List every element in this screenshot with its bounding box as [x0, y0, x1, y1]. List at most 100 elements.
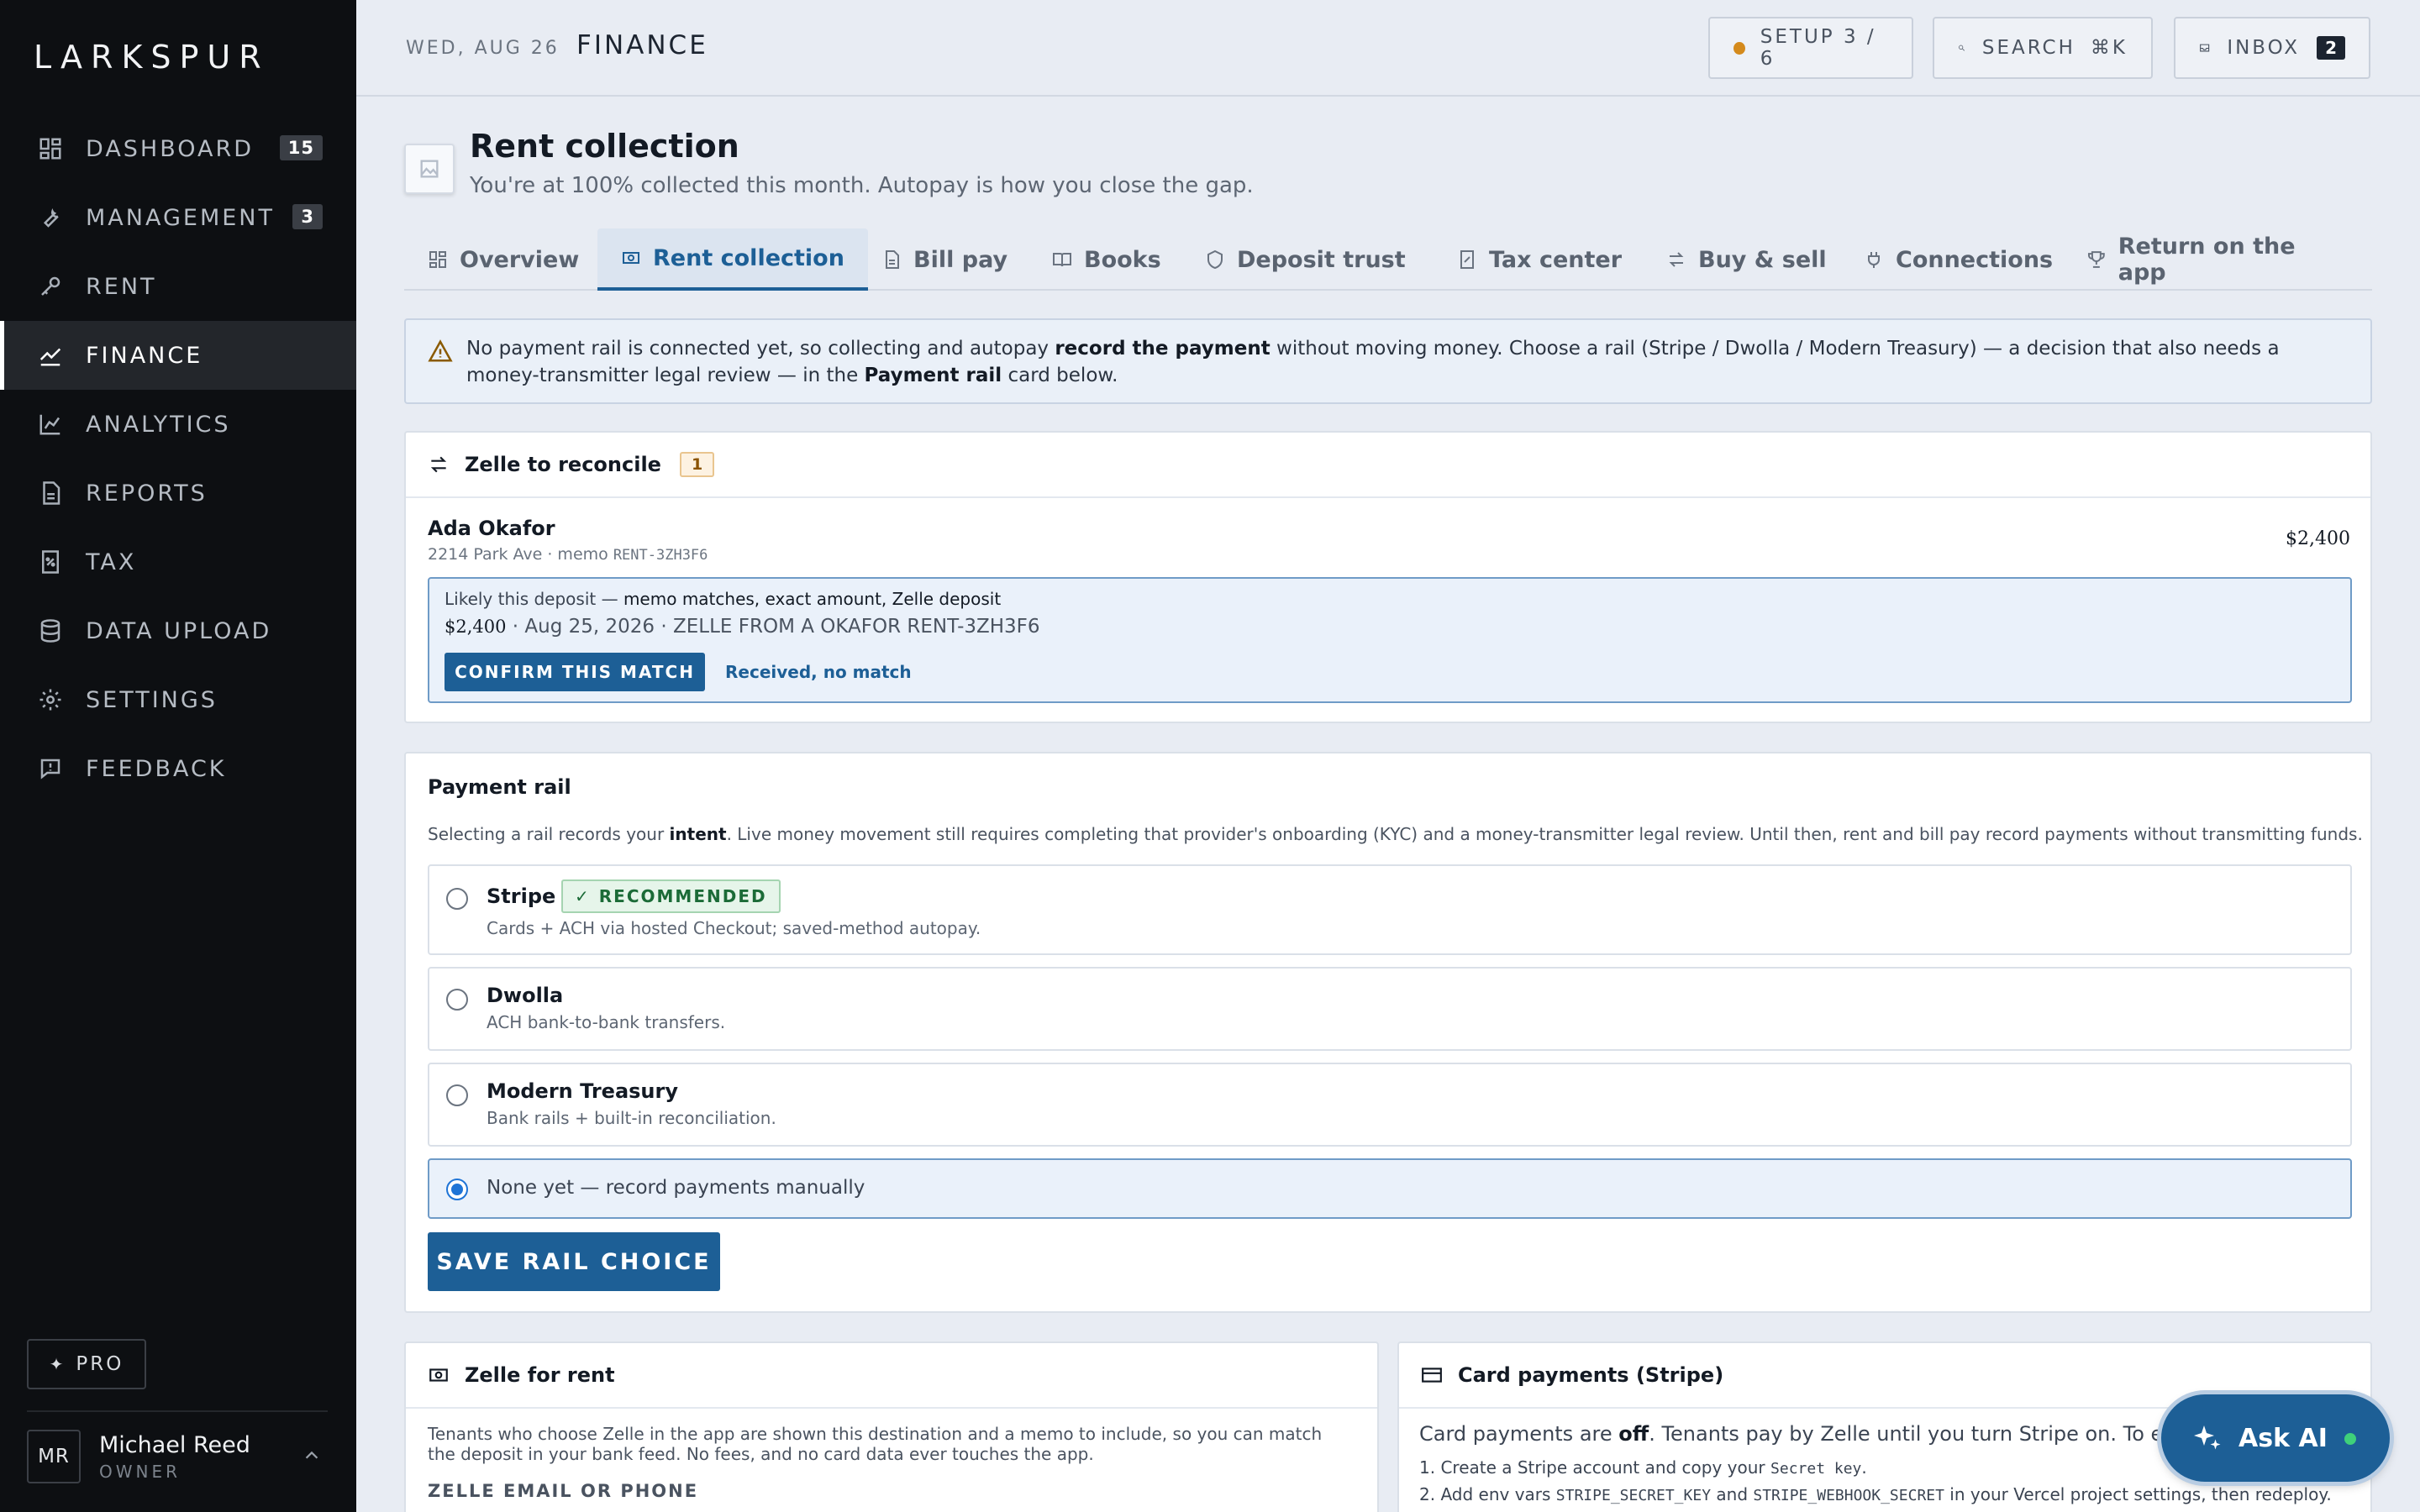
sidebar-item-label: TAX	[86, 549, 137, 575]
ask-ai-button[interactable]: Ask AI	[2161, 1394, 2390, 1482]
avatar: MR	[27, 1430, 81, 1483]
payment-rail-card: Payment rail Selecting a rail records yo…	[404, 752, 2372, 1313]
sidebar-item-dashboard[interactable]: DASHBOARD 15	[0, 114, 356, 183]
card-header: Zelle for rent	[406, 1343, 1377, 1409]
page-subtitle: You're at 100% collected this month. Aut…	[470, 173, 1254, 198]
credit-card-icon	[1422, 1368, 1442, 1383]
tab-buy-sell[interactable]: Buy & sell	[1643, 228, 1850, 291]
tab-tax-center[interactable]: Tax center	[1434, 228, 1645, 291]
sidebar-item-label: SETTINGS	[86, 686, 218, 713]
alert-emphasis: Payment rail	[864, 365, 1002, 386]
sidebar-item-finance[interactable]: FINANCE	[0, 321, 356, 390]
code-text: Secret key	[1770, 1460, 1862, 1478]
tab-connections[interactable]: Connections	[1840, 228, 2076, 291]
alert-emphasis: record the payment	[1055, 338, 1270, 360]
memo-code: RENT-3ZH3F6	[613, 547, 708, 564]
sidebar: LARKSPUR DASHBOARD 15 MANAGEMENT 3 RENT …	[0, 0, 356, 1512]
tab-deposit-trust[interactable]: Deposit trust	[1181, 228, 1429, 291]
radio-button[interactable]	[446, 888, 468, 910]
rail-description: Selecting a rail records your intent. Li…	[428, 824, 2363, 844]
suggested-match: Likely this deposit — memo matches, exac…	[428, 577, 2352, 703]
confirm-match-button[interactable]: CONFIRM THIS MATCH	[445, 653, 705, 691]
step-text: in your Vercel project settings, then re…	[1944, 1484, 2332, 1504]
money-icon	[429, 1368, 448, 1382]
pro-button[interactable]: ✦ PRO	[27, 1339, 146, 1389]
tenant-name: Ada Okafor	[428, 517, 555, 540]
sidebar-item-data-upload[interactable]: DATA UPLOAD	[0, 596, 356, 665]
desc-emphasis: intent	[669, 824, 727, 844]
brand-logo[interactable]: LARKSPUR	[34, 39, 270, 76]
plug-icon	[1868, 252, 1880, 268]
sidebar-item-feedback[interactable]: FEEDBACK	[0, 734, 356, 803]
status-dot	[1733, 41, 1745, 55]
inbox-count-badge: 2	[2317, 36, 2345, 60]
current-date: WED, AUG 26	[406, 38, 560, 59]
sidebar-nav: DASHBOARD 15 MANAGEMENT 3 RENT FINANCE A…	[0, 114, 356, 803]
search-icon	[1959, 45, 1965, 51]
zelle-field-label: ZELLE EMAIL OR PHONE	[428, 1481, 699, 1501]
user-menu[interactable]: MR Michael Reed OWNER	[27, 1430, 329, 1483]
match-reason: Likely this deposit — memo matches, exac…	[445, 589, 1001, 609]
sidebar-item-label: DATA UPLOAD	[86, 617, 272, 644]
section-title: FINANCE	[576, 30, 708, 60]
swap-icon	[430, 456, 447, 473]
sidebar-item-label: MANAGEMENT	[86, 204, 275, 231]
topbar: WED, AUG 26 FINANCE SETUP 3 / 6 SEARCH ⌘…	[356, 0, 2420, 97]
sparkle-icon: ✦	[49, 1354, 66, 1374]
sidebar-item-label: DASHBOARD	[86, 135, 255, 162]
radio-button-selected[interactable]	[446, 1179, 468, 1200]
feedback-icon	[37, 755, 64, 782]
sidebar-item-label: FINANCE	[86, 342, 203, 369]
key-icon	[37, 273, 64, 300]
money-icon	[623, 252, 639, 264]
wrench-icon	[37, 204, 64, 231]
sidebar-item-settings[interactable]: SETTINGS	[0, 665, 356, 734]
sidebar-item-analytics[interactable]: ANALYTICS	[0, 390, 356, 459]
received-no-match-link[interactable]: Received, no match	[725, 662, 912, 682]
rail-option-stripe[interactable]: Stripe ✓ RECOMMENDED Cards + ACH via host…	[428, 864, 2352, 955]
option-name: Stripe	[487, 885, 556, 908]
rail-option-dwolla[interactable]: Dwolla ACH bank-to-bank transfers.	[428, 967, 2352, 1051]
warning-icon	[428, 339, 453, 362]
sparkle-icon	[2194, 1425, 2221, 1450]
tab-return-on-the-app[interactable]: Return on the app	[2063, 228, 2372, 291]
setup-step-2: 2. Add env vars STRIPE_SECRET_KEY and ST…	[1419, 1484, 2332, 1504]
inbox-button[interactable]: INBOX 2	[2174, 17, 2370, 79]
tab-bill-pay[interactable]: Bill pay	[858, 228, 1031, 291]
sidebar-item-management[interactable]: MANAGEMENT 3	[0, 183, 356, 252]
divider	[27, 1410, 328, 1412]
card-title: Zelle for rent	[465, 1363, 615, 1387]
rail-option-manual[interactable]: None yet — record payments manually	[428, 1158, 2352, 1219]
address-text: 2214 Park Ave · memo	[428, 545, 613, 564]
search-label: SEARCH	[1981, 37, 2075, 59]
deposit-amount: $2,400	[445, 617, 507, 637]
card-payments-status: Card payments are off. Tenants pay by Ze…	[1419, 1422, 2226, 1446]
setup-button[interactable]: SETUP 3 / 6	[1708, 17, 1913, 79]
tab-books[interactable]: Books	[1028, 228, 1185, 291]
count-badge: 3	[292, 204, 323, 229]
tab-rent-collection[interactable]: Rent collection	[597, 228, 868, 291]
sidebar-item-label: REPORTS	[86, 480, 208, 507]
tab-label: Buy & sell	[1698, 246, 1827, 273]
receipt-icon	[37, 549, 64, 575]
save-rail-choice-button[interactable]: SAVE RAIL CHOICE	[428, 1232, 720, 1291]
shield-icon	[1207, 249, 1223, 270]
deposit-detail: $2,400 · Aug 25, 2026 · ZELLE FROM A OKA…	[445, 616, 1040, 638]
grid-icon	[429, 251, 446, 268]
tenant-address: 2214 Park Ave · memo RENT-3ZH3F6	[428, 545, 708, 564]
radio-button[interactable]	[446, 1084, 468, 1106]
radio-button[interactable]	[446, 989, 468, 1011]
sidebar-item-tax[interactable]: TAX	[0, 528, 356, 596]
step-text: 2. Add env vars	[1419, 1484, 1556, 1504]
tab-label: Rent collection	[653, 244, 844, 271]
sidebar-item-reports[interactable]: REPORTS	[0, 459, 356, 528]
option-name: None yet — record payments manually	[487, 1177, 865, 1199]
tab-overview[interactable]: Overview	[404, 228, 602, 291]
trophy-icon	[2087, 251, 2105, 268]
book-icon	[1053, 253, 1071, 267]
rail-option-modern-treasury[interactable]: Modern Treasury Bank rails + built-in re…	[428, 1063, 2352, 1147]
status-text: Card payments are	[1419, 1422, 1619, 1446]
search-button[interactable]: SEARCH ⌘K	[1933, 17, 2153, 79]
option-description: Cards + ACH via hosted Checkout; saved-m…	[487, 918, 981, 938]
sidebar-item-rent[interactable]: RENT	[0, 252, 356, 321]
